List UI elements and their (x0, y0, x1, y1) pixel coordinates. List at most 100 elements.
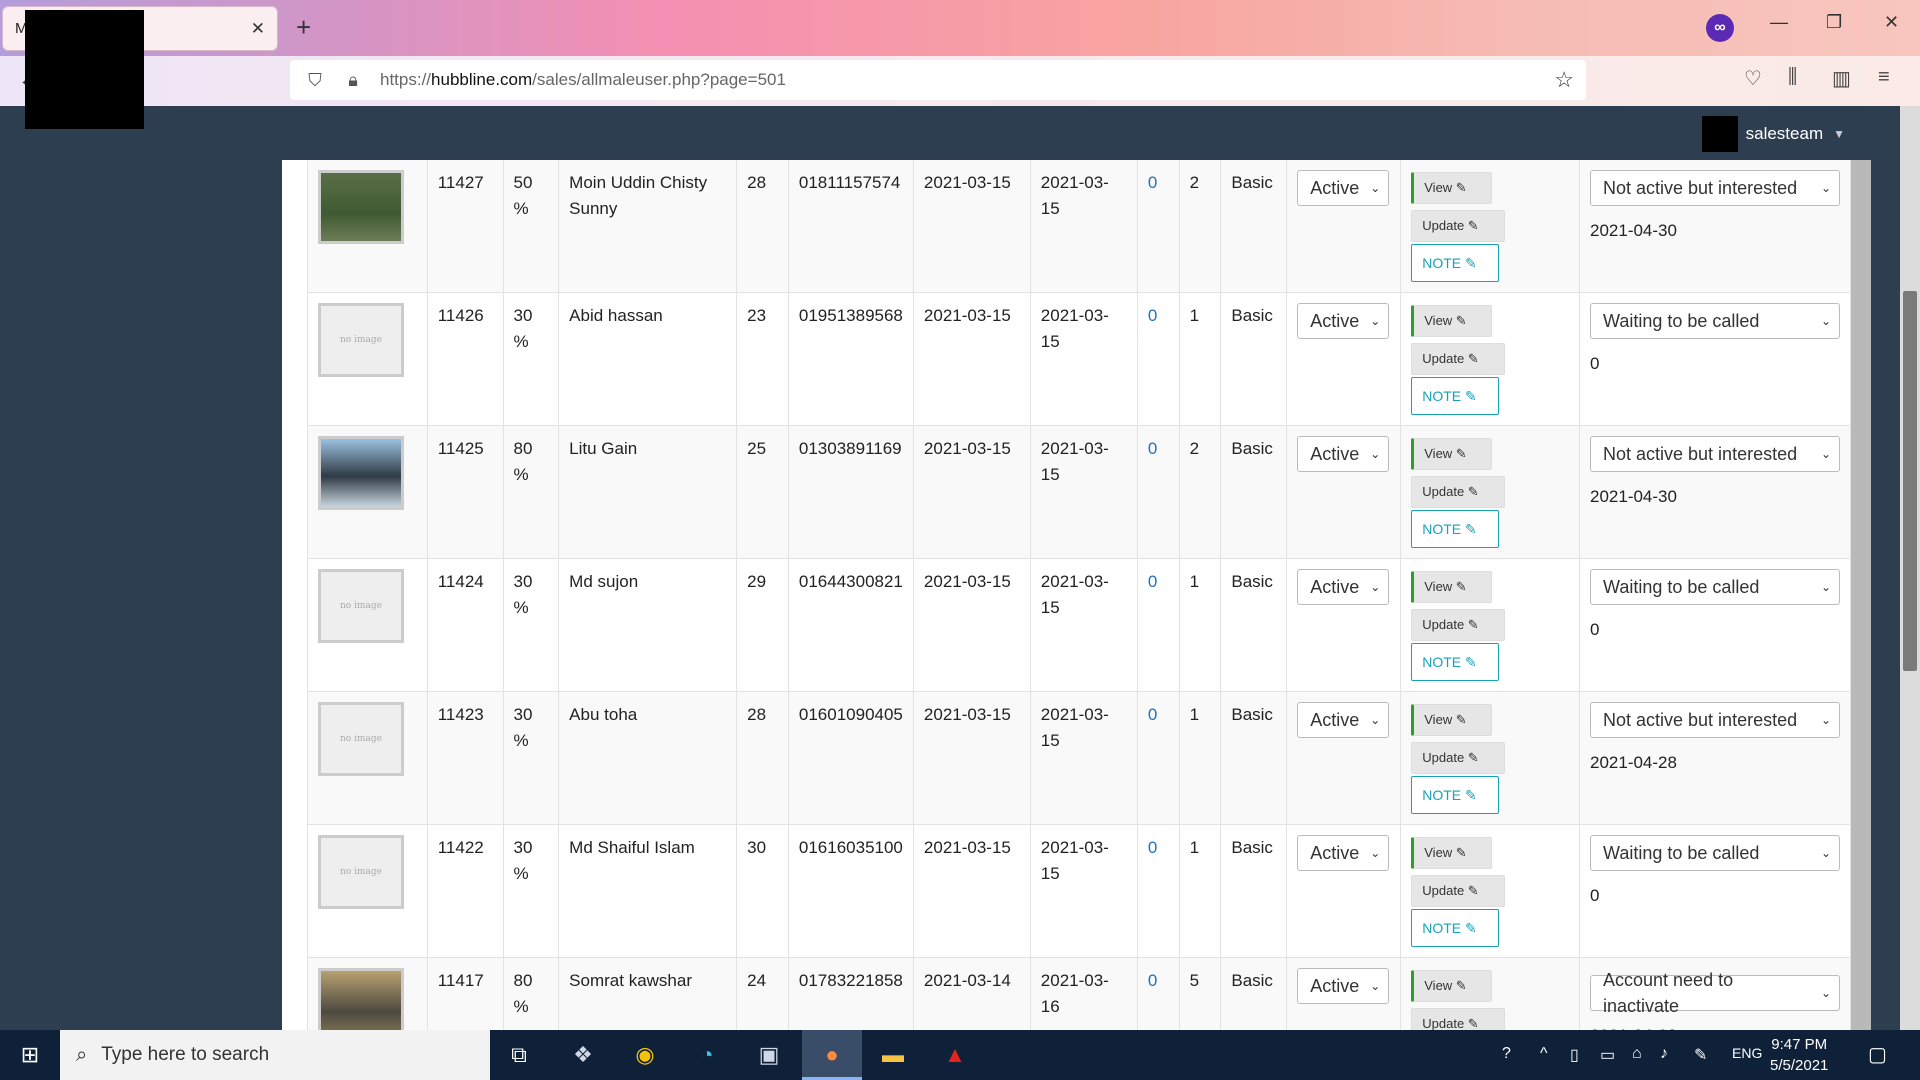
profile-photo[interactable] (318, 170, 404, 244)
view-button[interactable]: View ✎ (1411, 571, 1493, 603)
tab-close-icon[interactable]: ✕ (251, 19, 265, 39)
content-scrollbar[interactable] (1851, 160, 1871, 1030)
status-select[interactable]: Active ⌄ (1297, 569, 1390, 605)
percent-sign: % (513, 332, 529, 351)
plan-cell: Basic (1220, 824, 1288, 958)
note-button[interactable]: NOTE ✎ (1411, 776, 1500, 814)
sidebar-toggle-icon[interactable]: ▥ (1832, 66, 1851, 91)
status-select[interactable]: Active ⌄ (1297, 702, 1390, 738)
menu-icon[interactable]: ≡ (1878, 66, 1890, 89)
minimize-icon[interactable]: — (1770, 12, 1788, 33)
status-value: Active (1310, 311, 1360, 331)
count-link[interactable]: 0 (1148, 572, 1157, 591)
call-status-select[interactable]: Not active but interested ⌄ (1590, 702, 1840, 738)
update-button[interactable]: Update ✎ (1411, 609, 1506, 641)
shield-icon[interactable]: ⛉ (302, 70, 328, 91)
update-button[interactable]: Update ✎ (1411, 875, 1506, 907)
pen-icon[interactable]: ✎ (1694, 1045, 1707, 1065)
count-link[interactable]: 0 (1148, 838, 1157, 857)
view-button[interactable]: View ✎ (1411, 438, 1493, 470)
date-updated-cell: 2021-03-15 (1030, 160, 1138, 293)
acrobat-icon[interactable]: ▲ (938, 1038, 972, 1072)
profile-photo[interactable] (318, 968, 404, 1030)
page-scrollbar[interactable] (1900, 106, 1920, 1030)
user-menu[interactable]: salesteam ▼ (1701, 116, 1845, 152)
firefox-icon[interactable]: ● (815, 1038, 849, 1072)
close-window-icon[interactable]: ✕ (1884, 12, 1899, 33)
percent-cell: 80 % (503, 957, 560, 1030)
id-cell: 11424 (427, 558, 504, 692)
note-button[interactable]: NOTE ✎ (1411, 643, 1500, 681)
status-select[interactable]: Active ⌄ (1297, 170, 1390, 206)
site-logo[interactable] (25, 10, 144, 129)
update-button[interactable]: Update ✎ (1411, 1008, 1506, 1030)
update-button[interactable]: Update ✎ (1411, 476, 1506, 508)
bookmark-star-icon[interactable]: ☆ (1554, 67, 1574, 93)
new-tab-button[interactable]: + (296, 12, 311, 43)
status-select[interactable]: Active ⌄ (1297, 436, 1390, 472)
view-button[interactable]: View ✎ (1411, 172, 1493, 204)
language-indicator[interactable]: ENG (1732, 1045, 1762, 1061)
status-value: Active (1310, 976, 1360, 996)
no-image-placeholder[interactable]: no image (318, 835, 404, 909)
restore-icon[interactable]: ❐ (1826, 12, 1842, 33)
network-icon[interactable]: ⌂ (1632, 1045, 1642, 1063)
call-status-select[interactable]: Not active but interested ⌄ (1590, 436, 1840, 472)
note-button[interactable]: NOTE ✎ (1411, 377, 1500, 415)
status-cell: Active ⌄ (1286, 292, 1402, 426)
count-link[interactable]: 0 (1148, 705, 1157, 724)
count-link[interactable]: 0 (1148, 971, 1157, 990)
profile-photo[interactable] (318, 436, 404, 510)
no-image-placeholder[interactable]: no image (318, 702, 404, 776)
clock[interactable]: 9:47 PM 5/5/2021 (1770, 1034, 1828, 1076)
extension-mask-icon[interactable]: ∞ (1706, 14, 1734, 42)
call-status-select[interactable]: Account need to inactivate ⌄ (1590, 970, 1840, 1016)
count-cell: 1 (1179, 558, 1222, 692)
file-explorer-icon[interactable]: ▬ (876, 1038, 910, 1072)
battery-icon[interactable]: ▭ (1600, 1045, 1615, 1065)
note-button[interactable]: NOTE ✎ (1411, 909, 1500, 947)
device-icon[interactable]: ▯ (1570, 1045, 1579, 1065)
view-button[interactable]: View ✎ (1411, 970, 1493, 1002)
library-icon[interactable]: ⫼ (1788, 66, 1797, 89)
dropbox-icon[interactable]: ❖ (566, 1038, 600, 1072)
edge-icon[interactable]: ◔ (690, 1038, 724, 1072)
update-button[interactable]: Update ✎ (1411, 210, 1506, 242)
note-button[interactable]: NOTE ✎ (1411, 244, 1500, 282)
chevron-up-icon[interactable]: ^ (1540, 1045, 1548, 1063)
percent-value: 80 (513, 439, 533, 458)
call-status-select[interactable]: Waiting to be called ⌄ (1590, 569, 1840, 605)
note-button[interactable]: NOTE ✎ (1411, 510, 1500, 548)
count-link[interactable]: 0 (1148, 439, 1157, 458)
status-select[interactable]: Active ⌄ (1297, 303, 1390, 339)
scroll-thumb[interactable] (1903, 291, 1917, 671)
call-status-select[interactable]: Not active but interested ⌄ (1590, 170, 1840, 206)
notification-icon[interactable]: ▢ (1868, 1042, 1887, 1067)
status-select[interactable]: Active ⌄ (1297, 968, 1390, 1004)
windows-start-icon[interactable]: ⊞ (0, 1030, 60, 1080)
address-bar[interactable]: ⛉ 🔒︎ https://hubbline.com/sales/allmaleu… (290, 60, 1586, 100)
taskbar-search[interactable]: ⌕ Type here to search (60, 1030, 490, 1080)
task-view-icon[interactable]: ⧉ (502, 1038, 536, 1072)
update-button[interactable]: Update ✎ (1411, 742, 1506, 774)
count-link[interactable]: 0 (1148, 173, 1157, 192)
help-icon[interactable]: ? (1502, 1045, 1511, 1063)
view-button[interactable]: View ✎ (1411, 704, 1493, 736)
status-select[interactable]: Active ⌄ (1297, 835, 1390, 871)
call-status-select[interactable]: Waiting to be called ⌄ (1590, 303, 1840, 339)
store-icon[interactable]: ▣ (752, 1038, 786, 1072)
volume-icon[interactable]: ♪ (1660, 1045, 1668, 1063)
call-status-select[interactable]: Waiting to be called ⌄ (1590, 835, 1840, 871)
no-image-placeholder[interactable]: no image (318, 569, 404, 643)
pocket-icon[interactable]: ♡ (1744, 66, 1762, 91)
no-image-placeholder[interactable]: no image (318, 303, 404, 377)
view-button[interactable]: View ✎ (1411, 837, 1493, 869)
name-cell: Somrat kawshar (558, 957, 738, 1030)
status-cell: Active ⌄ (1286, 160, 1402, 293)
view-button[interactable]: View ✎ (1411, 305, 1493, 337)
lock-icon[interactable]: 🔒︎ (340, 70, 366, 91)
update-button[interactable]: Update ✎ (1411, 343, 1506, 375)
chrome-icon[interactable]: ◉ (628, 1038, 662, 1072)
count-link[interactable]: 0 (1148, 306, 1157, 325)
call-status-value: Not active but interested (1603, 178, 1798, 198)
